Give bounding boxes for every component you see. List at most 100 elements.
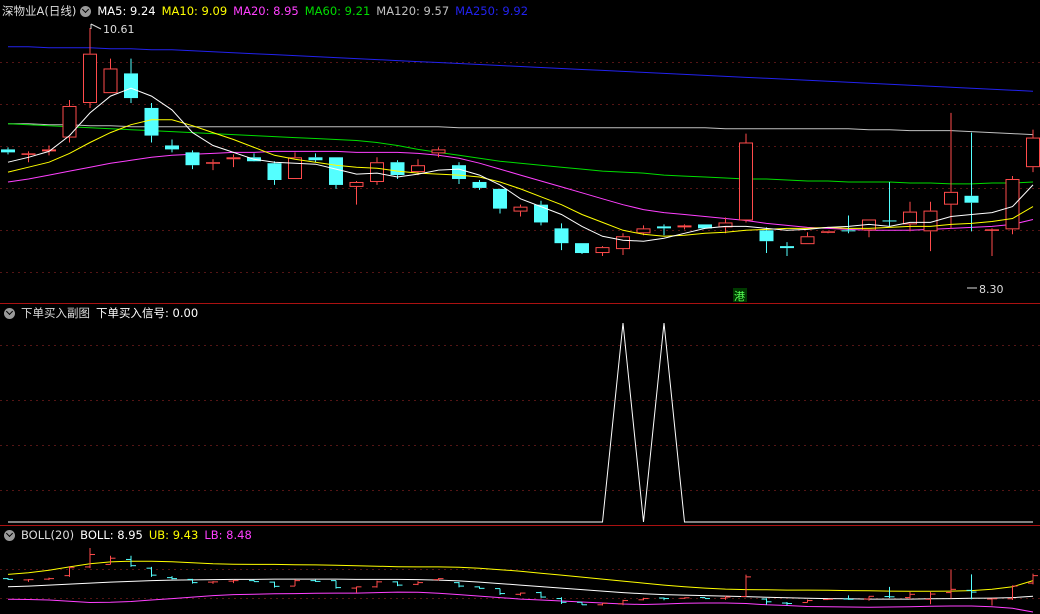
boll-legend-item: BOLL: 8.95 xyxy=(80,528,143,542)
boll-ohlc-bar xyxy=(474,586,485,589)
boll-ohlc-bar xyxy=(987,598,997,606)
candle-body xyxy=(841,230,856,232)
hk-connect-badge[interactable]: 港 xyxy=(734,290,745,303)
boll-ohlc-bar xyxy=(700,597,710,600)
boll-ohlc-bar xyxy=(228,579,239,584)
price-candle xyxy=(452,162,466,184)
ma-legend-item: MA120: 9.57 xyxy=(376,4,450,18)
boll-ohlc-bar xyxy=(864,595,874,601)
price-candle xyxy=(308,153,323,163)
candle-body xyxy=(677,225,692,228)
boll-ohlc-bar xyxy=(3,578,13,580)
boll-ohlc-bar xyxy=(351,586,362,593)
buy-signal-panel xyxy=(8,322,1033,523)
candle-body xyxy=(944,191,958,205)
candle-body xyxy=(62,105,77,138)
price-candle xyxy=(124,58,138,104)
ma120-line xyxy=(8,123,1034,136)
price-candle xyxy=(42,145,56,156)
boll-legend-item: LB: 8.48 xyxy=(204,528,252,542)
high-price-pointer xyxy=(90,23,102,30)
price-candle xyxy=(226,154,241,168)
price-candle xyxy=(144,103,159,143)
candle-body xyxy=(759,230,774,242)
boll-ohlc-bar xyxy=(884,586,895,599)
boll-ohlc-bar xyxy=(966,574,977,600)
price-candle xyxy=(616,233,630,256)
price-candle xyxy=(267,161,282,185)
boll-ohlc-bar xyxy=(536,591,546,598)
candle-body xyxy=(308,157,323,161)
boll-panel-title[interactable]: BOLL(20) xyxy=(21,525,74,545)
candle-body xyxy=(575,243,589,254)
buy-signal-line xyxy=(8,322,1033,523)
boll-ohlc-bar xyxy=(44,577,54,581)
boll-ohlc-bar xyxy=(331,580,341,589)
price-candle xyxy=(554,223,569,251)
boll-ohlc-bar xyxy=(577,601,587,606)
candle-body xyxy=(185,152,200,166)
candle-body xyxy=(370,162,384,182)
candle-body xyxy=(267,163,282,180)
price-candle xyxy=(329,157,343,189)
candle-body xyxy=(595,247,610,254)
price-candle xyxy=(206,159,220,171)
price-candle xyxy=(1,147,15,155)
price-candle xyxy=(1026,129,1040,173)
candle-body xyxy=(349,181,364,187)
sub-legend: 下单买入副图 下单买入信号: 0.00 xyxy=(0,303,204,323)
chevron-down-icon[interactable] xyxy=(80,5,92,17)
price-candle xyxy=(821,231,835,234)
boll-legend: BOLL(20) BOLL: 8.95 UB: 9.43 LB: 8.48 xyxy=(0,525,258,545)
candle-body xyxy=(739,142,753,221)
candle-body xyxy=(964,195,979,203)
boll-ohlc-bar xyxy=(372,580,382,588)
boll-ohlc-bar xyxy=(761,598,772,605)
boll-ohlc-bar xyxy=(85,548,95,569)
boll-ohlc-bar xyxy=(946,569,956,599)
price-candle xyxy=(841,215,856,234)
candle-body xyxy=(42,149,56,152)
boll-ohlc-bar xyxy=(146,566,157,577)
boll-ohlc-bar xyxy=(741,574,751,598)
ma-legend-items: MA5: 9.24 MA10: 9.09 MA20: 8.95 MA60: 9.21 M… xyxy=(97,1,534,21)
price-candle xyxy=(575,243,589,255)
candle-body xyxy=(288,157,302,180)
price-candle xyxy=(677,224,692,230)
price-candle xyxy=(83,28,97,108)
price-candle xyxy=(370,157,384,185)
candle-body xyxy=(821,231,835,233)
price-candle xyxy=(739,133,753,223)
boll-ohlc-bar xyxy=(208,581,218,584)
ma250-line xyxy=(8,46,1034,92)
candle-body xyxy=(226,157,241,160)
stock-title[interactable]: 深物业A(日线) xyxy=(2,1,76,21)
candle-body xyxy=(493,188,507,209)
low-price-label: 8.30 xyxy=(979,283,1004,296)
candle-body xyxy=(411,165,425,173)
candle-body xyxy=(882,220,897,222)
candle-body xyxy=(165,145,179,150)
chevron-down-icon[interactable] xyxy=(4,307,15,319)
chevron-down-icon[interactable] xyxy=(4,529,15,541)
candle-body xyxy=(780,246,794,249)
candle-body xyxy=(657,226,671,229)
candle-body xyxy=(1005,179,1020,230)
boll-legend-item: UB: 9.43 xyxy=(148,528,199,542)
boll-ohlc-bar xyxy=(105,555,116,565)
high-price-label: 10.61 xyxy=(103,23,135,36)
boll-legend-items: BOLL: 8.95 UB: 9.43 LB: 8.48 xyxy=(80,525,258,545)
candle-body xyxy=(124,73,138,99)
candle-body xyxy=(1026,137,1040,168)
ma10-line xyxy=(7,119,1034,237)
candle-body xyxy=(472,181,487,188)
price-candle xyxy=(103,58,118,94)
boll-ohlc-bar xyxy=(310,579,321,582)
sub-panel-title[interactable]: 下单买入副图 xyxy=(21,303,90,323)
price-candle xyxy=(657,224,671,236)
price-candle xyxy=(493,188,507,214)
price-candle xyxy=(759,227,774,254)
candle-body xyxy=(636,228,651,234)
boll-ub-line xyxy=(7,560,1034,592)
price-candle xyxy=(964,132,979,232)
